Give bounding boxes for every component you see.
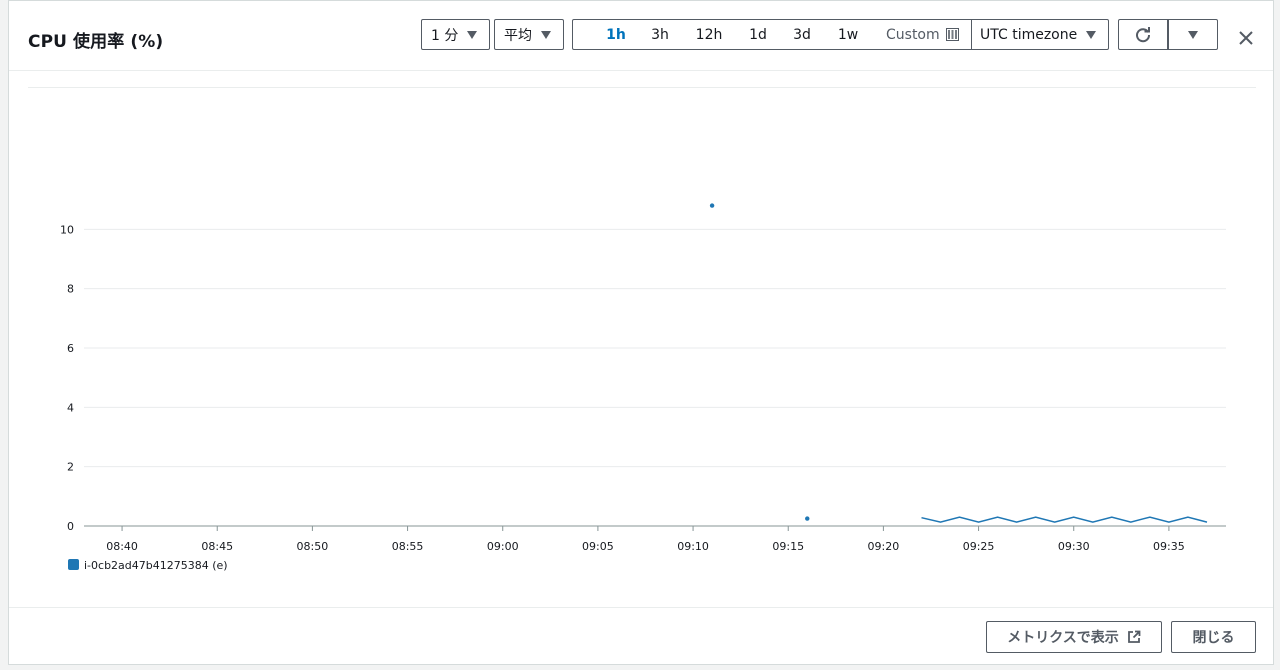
x-tick-label: 09:35: [1153, 540, 1185, 553]
x-tick-label: 08:45: [201, 540, 233, 553]
cpu-utilization-chart: Percent024681008:4008:4508:5008:5509:000…: [60, 203, 1226, 572]
timezone-label: UTC timezone: [980, 26, 1078, 43]
range-option-1h[interactable]: 1h: [606, 27, 626, 43]
range-option-1w[interactable]: 1w: [838, 27, 858, 43]
range-option-1d[interactable]: 1d: [749, 27, 767, 43]
x-tick-label: 08:40: [106, 540, 138, 553]
view-in-metrics-label: メトリクスで表示: [1007, 630, 1119, 646]
caret-down-icon: [467, 30, 477, 39]
y-tick-label: 0: [67, 520, 74, 533]
x-tick-label: 08:55: [392, 540, 424, 553]
x-tick-label: 09:10: [677, 540, 709, 553]
metric-modal: CPU 使用率 (%) 1 分 平均 1h 3h 12h 1d 3d 1w Cu…: [8, 0, 1274, 665]
range-option-12h[interactable]: 12h: [696, 27, 723, 43]
refresh-icon: [1136, 26, 1151, 42]
statistic-select[interactable]: 平均: [494, 19, 564, 50]
x-tick-label: 09:25: [963, 540, 995, 553]
time-range-selector: 1h 3h 12h 1d 3d 1w Custom UTC timezone: [572, 19, 1109, 50]
x-tick-label: 09:05: [582, 540, 614, 553]
caret-down-icon: [1188, 30, 1198, 39]
y-tick-label: 8: [67, 283, 74, 296]
refresh-button[interactable]: [1118, 19, 1168, 50]
timezone-select[interactable]: UTC timezone: [971, 20, 1108, 49]
y-tick-label: 6: [67, 342, 74, 355]
data-point: [805, 516, 810, 521]
period-select[interactable]: 1 分: [421, 19, 490, 50]
modal-footer: メトリクスで表示 閉じる: [9, 607, 1273, 665]
x-tick-label: 08:50: [297, 540, 329, 553]
view-in-metrics-button[interactable]: メトリクスで表示: [986, 621, 1162, 653]
x-tick-label: 09:20: [868, 540, 900, 553]
external-link-icon: [1127, 630, 1141, 643]
custom-range-button[interactable]: Custom: [886, 27, 940, 43]
caret-down-icon: [1086, 30, 1096, 39]
y-tick-label: 10: [60, 223, 74, 236]
period-select-label: 1 分: [431, 27, 459, 44]
modal-header: CPU 使用率 (%) 1 分 平均 1h 3h 12h 1d 3d 1w Cu…: [9, 1, 1273, 71]
chart-area: Percent024681008:4008:4508:5008:5509:000…: [28, 87, 1256, 572]
series-line: [921, 516, 1208, 523]
y-tick-label: 4: [67, 401, 74, 414]
y-tick-label: 2: [67, 461, 74, 474]
legend-swatch: [68, 559, 79, 570]
range-option-3d[interactable]: 3d: [793, 27, 811, 43]
close-icon[interactable]: [1237, 29, 1255, 47]
close-button[interactable]: 閉じる: [1171, 621, 1256, 653]
statistic-select-label: 平均: [504, 27, 532, 44]
data-point: [709, 203, 715, 208]
page-title: CPU 使用率 (%): [28, 32, 164, 52]
legend-label: i-0cb2ad47b41275384 (e): [84, 559, 228, 572]
x-tick-label: 09:15: [772, 540, 804, 553]
refresh-options-button[interactable]: [1168, 19, 1218, 50]
x-tick-label: 09:30: [1058, 540, 1090, 553]
caret-down-icon: [541, 30, 551, 39]
range-option-3h[interactable]: 3h: [651, 27, 669, 43]
x-tick-label: 09:00: [487, 540, 519, 553]
calendar-icon[interactable]: [946, 28, 959, 41]
